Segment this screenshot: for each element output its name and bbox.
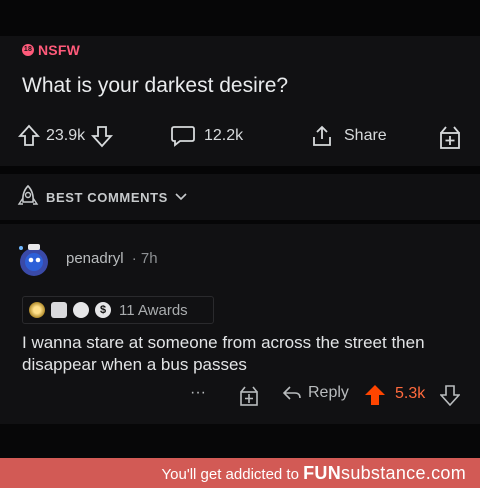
comment-score: 5.3k (395, 385, 426, 402)
comment-icon (171, 126, 195, 147)
username[interactable]: penadryl (66, 250, 124, 267)
upvote-count: 23.9k (46, 127, 86, 144)
post-actions: 23.9k 12.2k Share (0, 124, 480, 158)
upvote-icon[interactable] (364, 384, 386, 406)
rocket-icon (17, 184, 39, 205)
bottom-spacer (0, 424, 480, 458)
gift-icon (440, 126, 460, 149)
downvote-icon[interactable] (91, 124, 114, 148)
watermark-tagline: You'll get addicted to (161, 466, 299, 483)
share-label: Share (344, 127, 387, 144)
awards-count: 11 Awards (119, 301, 188, 319)
award-sun-icon (29, 302, 45, 318)
award-face-icon (73, 302, 89, 318)
nsfw-label: NSFW (38, 42, 81, 58)
watermark-logo: FUNsubstance.com (303, 463, 466, 483)
post-title[interactable]: What is your darkest desire? (22, 74, 288, 98)
section-divider (0, 166, 480, 174)
top-strip (0, 0, 480, 36)
vote-group: 23.9k (18, 124, 114, 148)
comments-button[interactable]: 12.2k (170, 124, 243, 148)
more-options-button[interactable]: ··· (190, 384, 206, 402)
share-button[interactable]: Share (310, 124, 387, 148)
downvote-icon[interactable] (440, 384, 460, 406)
comment-time: · 7h (131, 250, 158, 267)
awards-row[interactable]: $ 11 Awards (22, 296, 214, 324)
comment-count: 12.2k (204, 127, 244, 144)
share-icon (313, 125, 331, 146)
sort-dropdown[interactable]: BEST COMMENTS (16, 184, 188, 210)
comment-author[interactable]: penadryl · 7h (66, 250, 158, 267)
nsfw-tag: 18 NSFW (22, 42, 80, 58)
comment-body: I wanna stare at someone from across the… (22, 333, 425, 374)
award-silver-icon: $ (95, 302, 111, 318)
watermark-text: You'll get addicted to FUNsubstance.com (162, 463, 466, 484)
chevron-down-icon (175, 193, 187, 201)
avatar[interactable] (12, 236, 56, 280)
upvote-icon[interactable] (18, 124, 40, 148)
nsfw-icon: 18 (22, 44, 34, 56)
reply-icon (282, 386, 301, 400)
reply-button[interactable]: Reply (282, 384, 349, 402)
watermark-banner: You'll get addicted to FUNsubstance.com (0, 458, 480, 488)
award-hands-icon (51, 302, 67, 318)
reply-label: Reply (308, 384, 349, 401)
award-button[interactable] (438, 124, 462, 150)
sort-label: BEST COMMENTS (46, 189, 168, 205)
comment-actions: ··· Reply 5.3k (0, 382, 480, 410)
gift-icon[interactable] (238, 385, 260, 407)
